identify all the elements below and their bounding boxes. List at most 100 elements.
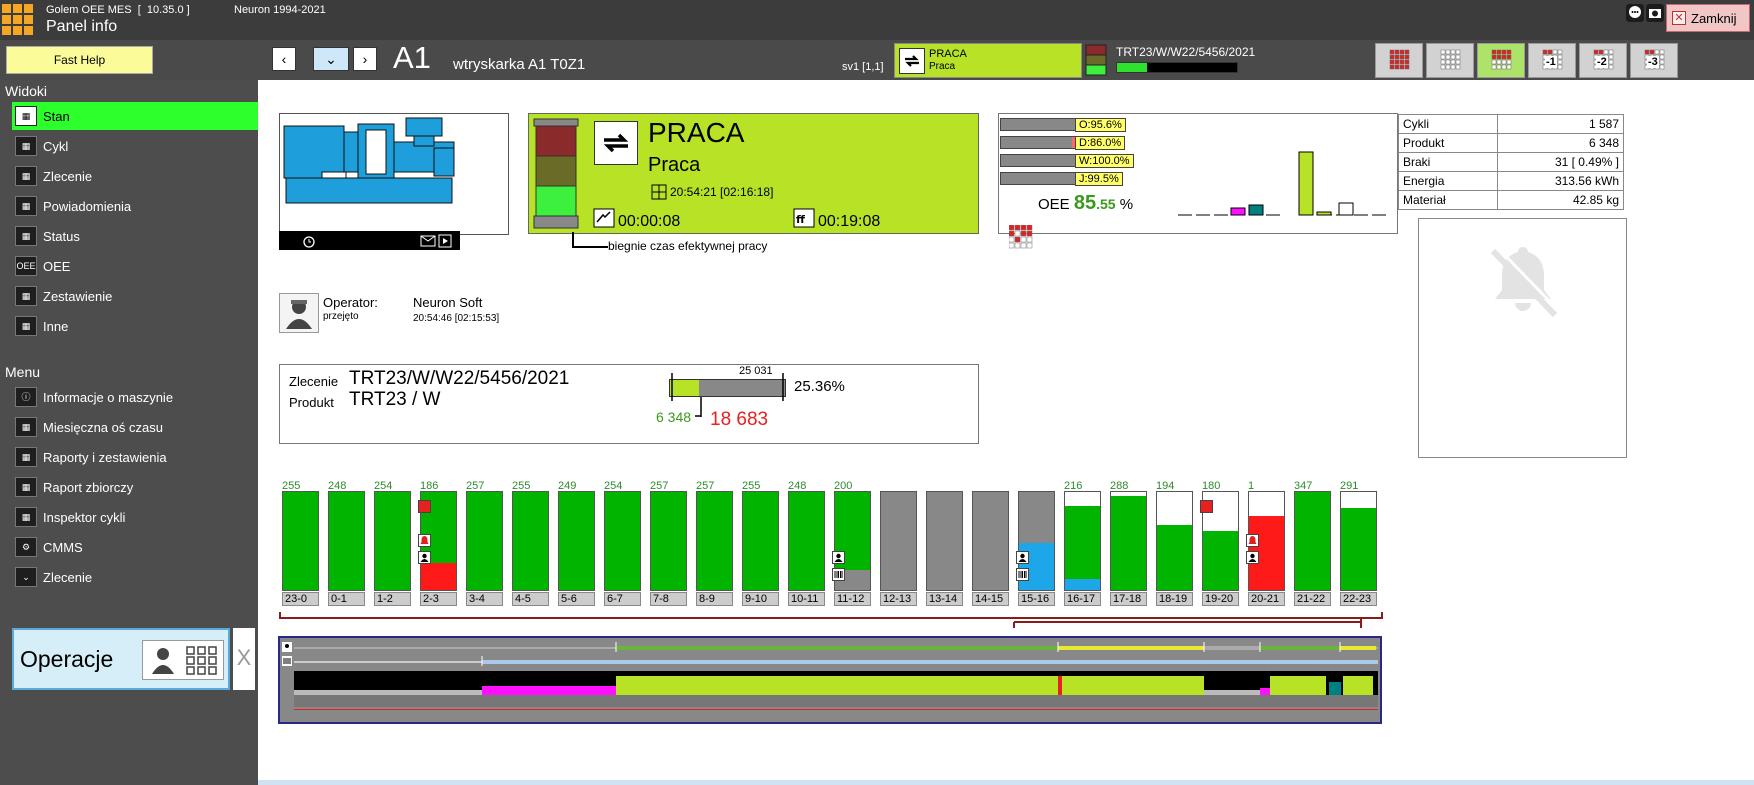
oee-bar-label: J:99.5% bbox=[1075, 172, 1123, 186]
oee-bar bbox=[1000, 172, 1084, 185]
hour-bar-label: 4-5 bbox=[512, 592, 549, 606]
view-button-4[interactable]: -1 bbox=[1528, 43, 1576, 78]
flask-icon: ▦ bbox=[15, 316, 37, 336]
barcode-marker-icon[interactable] bbox=[832, 568, 845, 581]
hour-bar[interactable] bbox=[328, 491, 365, 591]
operator-marker-icon[interactable] bbox=[832, 551, 845, 564]
sidebar-item-label: Raporty i zestawienia bbox=[43, 450, 167, 465]
hour-bar[interactable] bbox=[926, 491, 963, 591]
alarm-bell-icon[interactable] bbox=[1246, 534, 1259, 547]
order-chip[interactable]: TRT23/W/W22/5456/2021 bbox=[1082, 43, 1262, 78]
hour-bar[interactable] bbox=[604, 491, 641, 591]
status-chip[interactable]: PRACA Praca bbox=[894, 43, 1082, 78]
fast-help-button[interactable]: Fast Help bbox=[6, 46, 153, 74]
scrap-marker[interactable] bbox=[418, 500, 431, 513]
view-button-6[interactable]: -3 bbox=[1630, 43, 1678, 78]
order-remaining: 18 683 bbox=[710, 409, 769, 430]
sidebar-item-raport-zbiorczy[interactable]: ▦ Raport zbiorczy bbox=[12, 473, 258, 501]
stats-value: 42.85 kg bbox=[1497, 190, 1624, 210]
hour-bar[interactable] bbox=[696, 491, 733, 591]
hour-bar-label: 16-17 bbox=[1064, 592, 1101, 606]
nav-next-button[interactable]: › bbox=[353, 47, 377, 71]
hour-bar[interactable] bbox=[742, 491, 779, 591]
nav-prev-button[interactable]: ‹ bbox=[272, 47, 296, 71]
sidebar-item-stan[interactable]: ▦ Stan bbox=[12, 102, 258, 130]
hour-bar[interactable] bbox=[972, 491, 1009, 591]
sidebar-item-inne[interactable]: ▦ Inne bbox=[12, 312, 258, 340]
hour-bar-green-segment bbox=[743, 492, 778, 590]
hour-bar-red-segment bbox=[421, 563, 456, 590]
hour-bar-green-segment bbox=[467, 492, 502, 590]
operator-icon[interactable] bbox=[279, 293, 319, 333]
hour-bar[interactable] bbox=[650, 491, 687, 591]
sidebar-item-inspektor-cykli[interactable]: ▦ Inspektor cykli bbox=[12, 503, 258, 531]
hour-bar-green-segment bbox=[329, 492, 364, 590]
operator-label: Operator: bbox=[323, 295, 378, 310]
view-button-3[interactable] bbox=[1477, 43, 1525, 78]
chat-icon[interactable] bbox=[1626, 4, 1644, 22]
operator-marker-icon[interactable] bbox=[418, 551, 431, 564]
view-button-5[interactable]: -2 bbox=[1579, 43, 1627, 78]
sidebar-item-zestawienie[interactable]: ▦ Zestawienie bbox=[12, 282, 258, 310]
app-logo-icon bbox=[2, 4, 35, 36]
hour-bar[interactable] bbox=[1110, 491, 1147, 591]
operator-marker-icon[interactable] bbox=[1246, 551, 1259, 564]
signal-tower-icon bbox=[1085, 44, 1107, 76]
barcode-marker-icon[interactable] bbox=[1016, 568, 1029, 581]
view-button-label: -1 bbox=[1545, 56, 1557, 68]
hour-bar[interactable] bbox=[282, 491, 319, 591]
close-button[interactable]: ✕ Zamknij bbox=[1666, 4, 1750, 32]
sidebar-item-oee[interactable]: OEE OEE bbox=[12, 252, 258, 280]
hour-bar[interactable] bbox=[512, 491, 549, 591]
oee-grid-icon[interactable] bbox=[1009, 225, 1033, 249]
sidebar-item-zlecenie[interactable]: ▦ Zlecenie bbox=[12, 162, 258, 190]
sidebar-item-informacje-o-maszynie[interactable]: ⓘ Informacje o maszynie bbox=[12, 383, 258, 411]
note-connector bbox=[572, 232, 608, 248]
hour-bar[interactable] bbox=[1064, 491, 1101, 591]
view-button-2[interactable] bbox=[1426, 43, 1474, 78]
hour-bar[interactable] bbox=[466, 491, 503, 591]
sidebar-item-status[interactable]: ▦ Status bbox=[12, 222, 258, 250]
view-button-1[interactable] bbox=[1375, 43, 1423, 78]
hour-bar[interactable] bbox=[880, 491, 917, 591]
sidebar-item-powiadomienia[interactable]: ▦ Powiadomienia bbox=[12, 192, 258, 220]
stats-label: Braki bbox=[1398, 152, 1498, 172]
alarm-bell-icon[interactable] bbox=[418, 534, 431, 547]
hour-bar[interactable] bbox=[1340, 491, 1377, 591]
nav-down-button[interactable]: ⌄ bbox=[313, 47, 349, 71]
hour-bar[interactable] bbox=[1156, 491, 1193, 591]
scrap-marker[interactable] bbox=[1200, 500, 1213, 513]
play-icon bbox=[438, 234, 452, 248]
sidebar-item-zlecenie[interactable]: ⌄ Zlecenie bbox=[12, 563, 258, 591]
sidebar-item-cmms[interactable]: ⚙ CMMS bbox=[12, 533, 258, 561]
hour-bar-green-segment bbox=[283, 492, 318, 590]
run-time: 00:00:08 bbox=[618, 213, 681, 230]
machine-image[interactable] bbox=[279, 113, 509, 235]
stats-label: Energia bbox=[1398, 171, 1498, 191]
notifications-panel[interactable] bbox=[1418, 218, 1627, 458]
info-icon: ⓘ bbox=[15, 387, 37, 407]
summary-icon: ▦ bbox=[15, 286, 37, 306]
operator-marker-icon[interactable] bbox=[1016, 551, 1029, 564]
camera-icon[interactable] bbox=[1646, 4, 1664, 22]
hour-bar-label: 13-14 bbox=[926, 592, 963, 606]
hour-bar-label: 22-23 bbox=[1340, 592, 1377, 606]
hour-bar[interactable] bbox=[1294, 491, 1331, 591]
hour-bar[interactable] bbox=[374, 491, 411, 591]
calendar-icon: ▦ bbox=[15, 417, 37, 437]
machine-id: A1 bbox=[393, 40, 431, 75]
hour-bar-label: 17-18 bbox=[1110, 592, 1147, 606]
hour-bar[interactable] bbox=[788, 491, 825, 591]
hour-bar[interactable] bbox=[558, 491, 595, 591]
grid-view-icon bbox=[1491, 49, 1513, 71]
sidebar-item-miesięczna-oś-czasu[interactable]: ▦ Miesięczna oś czasu bbox=[12, 413, 258, 441]
report-icon: ▦ bbox=[15, 447, 37, 467]
operator-sub: przejęto bbox=[323, 311, 359, 322]
sidebar-item-raporty-i-zestawienia[interactable]: ▦ Raporty i zestawienia bbox=[12, 443, 258, 471]
operations-panel[interactable]: Operacje bbox=[12, 628, 230, 690]
gear-icon: ⚙ bbox=[15, 537, 37, 557]
timeline[interactable] bbox=[278, 636, 1382, 724]
operations-close-button[interactable]: X bbox=[233, 628, 255, 690]
hour-bar-green-segment bbox=[1295, 492, 1330, 590]
sidebar-item-cykl[interactable]: ▦ Cykl bbox=[12, 132, 258, 160]
